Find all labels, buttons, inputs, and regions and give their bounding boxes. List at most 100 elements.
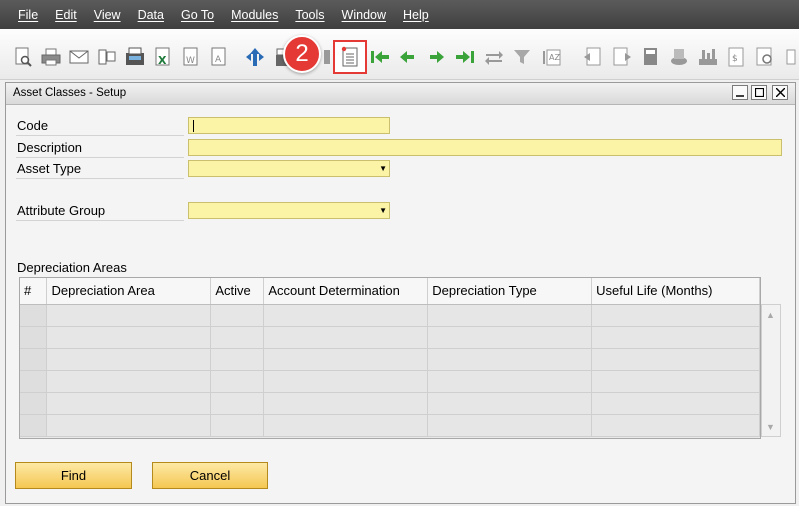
- account-determination-cell[interactable]: [263, 304, 429, 327]
- menu-view[interactable]: View: [88, 8, 127, 22]
- grid-vertical-scrollbar[interactable]: ▲ ▼: [761, 304, 781, 437]
- row-number-cell[interactable]: [20, 392, 48, 415]
- minimize-button[interactable]: [732, 85, 748, 100]
- base-document-icon[interactable]: [582, 46, 604, 68]
- excel-icon[interactable]: X: [152, 46, 174, 68]
- more-toolbar-icon[interactable]: [781, 46, 799, 68]
- cancel-button[interactable]: Cancel: [152, 462, 268, 489]
- gross-profit-icon[interactable]: [640, 46, 662, 68]
- first-record-icon[interactable]: [369, 46, 391, 68]
- depreciation-type-cell[interactable]: [427, 304, 593, 327]
- journal-icon[interactable]: [668, 46, 690, 68]
- menu-go-to[interactable]: Go To: [175, 8, 220, 22]
- table-row[interactable]: [20, 326, 760, 349]
- text-caret: [193, 120, 194, 132]
- maximize-button[interactable]: [751, 85, 767, 100]
- inventory-icon[interactable]: [754, 46, 776, 68]
- account-determination-cell[interactable]: [263, 326, 429, 349]
- active-cell[interactable]: [210, 304, 265, 327]
- refresh-icon[interactable]: [483, 46, 505, 68]
- sort-icon[interactable]: AZ: [540, 46, 562, 68]
- email-icon[interactable]: [68, 46, 90, 68]
- previous-record-icon[interactable]: [396, 46, 418, 68]
- depreciation-type-cell[interactable]: [427, 370, 593, 393]
- useful-life-cell[interactable]: [591, 370, 760, 393]
- filter-icon[interactable]: [511, 46, 533, 68]
- launch-app-icon[interactable]: [244, 46, 266, 68]
- column-header-active[interactable]: Active: [210, 278, 265, 305]
- sms-icon[interactable]: [96, 46, 118, 68]
- row-number-cell[interactable]: [20, 370, 48, 393]
- payment-means-icon[interactable]: [697, 46, 719, 68]
- active-cell[interactable]: [210, 326, 265, 349]
- depreciation-type-cell[interactable]: [427, 348, 593, 371]
- menu-help[interactable]: Help: [397, 8, 435, 22]
- table-row[interactable]: [20, 348, 760, 371]
- depreciation-type-cell[interactable]: [427, 414, 593, 437]
- active-cell[interactable]: [210, 370, 265, 393]
- print-icon[interactable]: [40, 46, 62, 68]
- description-input[interactable]: [188, 139, 782, 156]
- useful-life-cell[interactable]: [591, 414, 760, 437]
- active-cell[interactable]: [210, 392, 265, 415]
- svg-text:X: X: [158, 54, 167, 67]
- depreciation-area-cell[interactable]: [46, 414, 212, 437]
- useful-life-cell[interactable]: [591, 304, 760, 327]
- column-header-account-determination[interactable]: Account Determination: [263, 278, 429, 305]
- column-header-useful-life[interactable]: Useful Life (Months): [591, 278, 760, 305]
- account-determination-cell[interactable]: [263, 348, 429, 371]
- table-row[interactable]: [20, 370, 760, 393]
- menu-tools[interactable]: Tools: [289, 8, 330, 22]
- useful-life-cell[interactable]: [591, 326, 760, 349]
- table-row[interactable]: [20, 304, 760, 327]
- depreciation-areas-title: Depreciation Areas: [17, 260, 127, 275]
- preview-icon[interactable]: [12, 46, 34, 68]
- window-titlebar[interactable]: Asset Classes - Setup: [6, 83, 795, 105]
- scroll-down-icon[interactable]: ▼: [766, 422, 775, 432]
- active-cell[interactable]: [210, 414, 265, 437]
- table-row[interactable]: [20, 392, 760, 415]
- account-determination-cell[interactable]: [263, 414, 429, 437]
- asset-classes-window: Asset Classes - Setup Code Description A…: [5, 82, 796, 504]
- depreciation-area-cell[interactable]: [46, 304, 212, 327]
- find-button[interactable]: Find: [15, 462, 132, 489]
- column-header-depreciation-type[interactable]: Depreciation Type: [427, 278, 593, 305]
- attribute-group-dropdown[interactable]: ▼: [188, 202, 390, 219]
- code-input[interactable]: [188, 117, 390, 134]
- column-header-depreciation-area[interactable]: Depreciation Area: [46, 278, 212, 305]
- useful-life-cell[interactable]: [591, 348, 760, 371]
- pdf-icon[interactable]: A: [208, 46, 230, 68]
- asset-type-dropdown[interactable]: ▼: [188, 160, 390, 177]
- row-number-cell[interactable]: [20, 326, 48, 349]
- chevron-down-icon: ▼: [379, 206, 387, 215]
- next-record-icon[interactable]: [426, 46, 448, 68]
- menu-data[interactable]: Data: [132, 8, 170, 22]
- column-header-number[interactable]: #: [20, 278, 48, 305]
- trial-balance-icon[interactable]: $: [725, 46, 747, 68]
- table-row[interactable]: [20, 414, 760, 437]
- menu-window[interactable]: Window: [336, 8, 392, 22]
- depreciation-area-cell[interactable]: [46, 392, 212, 415]
- row-number-cell[interactable]: [20, 348, 48, 371]
- target-document-icon[interactable]: [611, 46, 633, 68]
- close-button[interactable]: [772, 85, 788, 100]
- depreciation-area-cell[interactable]: [46, 326, 212, 349]
- row-number-cell[interactable]: [20, 414, 48, 437]
- account-determination-cell[interactable]: [263, 370, 429, 393]
- last-record-icon[interactable]: [454, 46, 476, 68]
- scroll-up-icon[interactable]: ▲: [766, 310, 775, 320]
- word-icon[interactable]: W: [180, 46, 202, 68]
- row-number-cell[interactable]: [20, 304, 48, 327]
- depreciation-type-cell[interactable]: [427, 392, 593, 415]
- menu-file[interactable]: File: [12, 8, 44, 22]
- active-cell[interactable]: [210, 348, 265, 371]
- menu-edit[interactable]: Edit: [49, 8, 83, 22]
- account-determination-cell[interactable]: [263, 392, 429, 415]
- useful-life-cell[interactable]: [591, 392, 760, 415]
- depreciation-area-cell[interactable]: [46, 370, 212, 393]
- form-settings-icon[interactable]: [333, 40, 367, 74]
- menu-modules[interactable]: Modules: [225, 8, 284, 22]
- fax-icon[interactable]: [124, 46, 146, 68]
- depreciation-area-cell[interactable]: [46, 348, 212, 371]
- depreciation-type-cell[interactable]: [427, 326, 593, 349]
